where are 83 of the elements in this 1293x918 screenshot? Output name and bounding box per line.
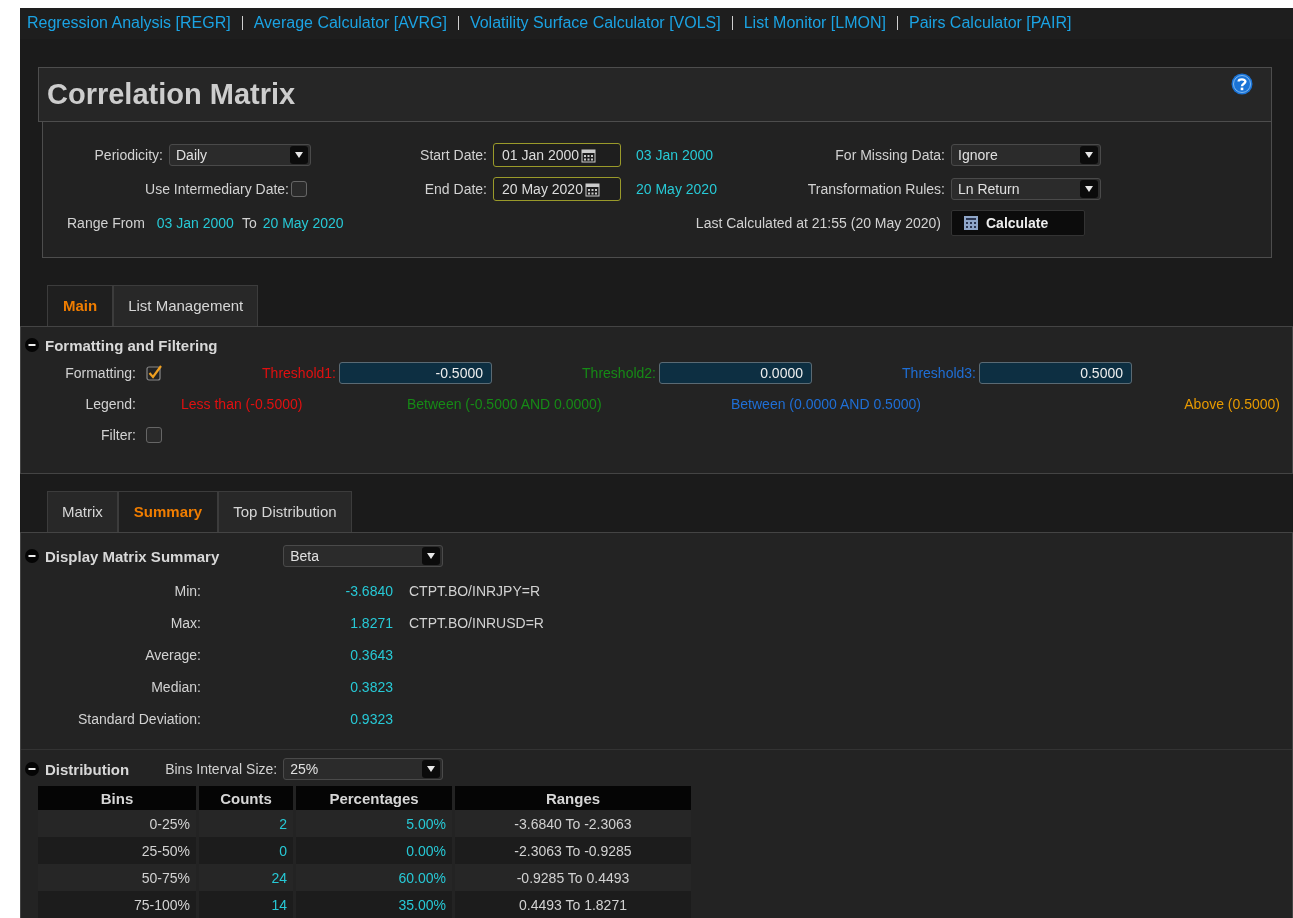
resolved-date: 03 Jan 2000	[636, 147, 714, 164]
field-label: For Missing Data:	[835, 147, 945, 164]
instrument-pair: CTPT.BO/INRUSD=R	[409, 615, 544, 631]
stat-value: 1.8271	[349, 615, 393, 631]
calendar-icon[interactable]	[581, 147, 597, 163]
nav-link[interactable]: Regression Analysis [REGR]	[27, 14, 231, 33]
table-cell: 25-50%	[38, 837, 196, 864]
nav-link[interactable]: List Monitor [LMON]	[743, 14, 886, 33]
field-label: Transformation Rules:	[807, 181, 945, 198]
threshold-field[interactable]: 0.5000	[979, 362, 1132, 385]
transformation-dropdown[interactable]: Ln Return	[951, 178, 1101, 201]
threshold-field[interactable]: -0.5000	[339, 362, 492, 385]
threshold-label: Threshold3:	[902, 365, 976, 382]
threshold-label: Threshold2:	[582, 365, 656, 382]
periodicity-dropdown[interactable]: Daily	[169, 144, 311, 167]
calendar-icon[interactable]	[584, 181, 600, 197]
field-label: Range From	[67, 215, 145, 232]
field-label: Bins Interval Size:	[165, 761, 278, 777]
collapse-icon[interactable]	[25, 338, 39, 353]
section-title: Display Matrix Summary	[45, 547, 220, 565]
table-cell: 0.4493 To 1.8271	[455, 891, 691, 918]
missing-data-dropdown[interactable]: Ignore	[951, 144, 1101, 167]
tab[interactable]: Main	[47, 284, 114, 326]
collapse-icon[interactable]	[25, 762, 39, 776]
nav-link[interactable]: Pairs Calculator [PAIR]	[908, 14, 1072, 33]
last-calculated-text: Last Calculated at 21:55 (20 May 2020)	[695, 215, 941, 232]
legend-text: Between (0.0000 AND 0.5000)	[731, 396, 921, 413]
threshold-label: Threshold1:	[262, 365, 336, 382]
threshold-field[interactable]: 0.0000	[659, 362, 812, 385]
legend-text: Above (0.5000)	[1184, 396, 1280, 413]
stat-label: Min:	[173, 583, 201, 599]
table-cell: 0	[199, 837, 293, 864]
stat-label: Standard Deviation:	[77, 711, 201, 727]
field-label: To	[241, 215, 257, 232]
column-header: Bins	[38, 786, 196, 810]
date-field[interactable]: 20 May 2020	[493, 177, 621, 202]
checkbox[interactable]	[146, 427, 162, 444]
field-label: Formatting:	[64, 365, 136, 382]
legend-text: Between (-0.5000 AND 0.0000)	[407, 396, 602, 413]
stat-label: Average:	[144, 647, 201, 663]
date-field[interactable]: 01 Jan 2000	[493, 143, 621, 168]
bins-dropdown[interactable]: 25%	[283, 758, 444, 780]
nav-link[interactable]: Average Calculator [AVRG]	[253, 14, 447, 33]
calculate-button[interactable]: Calculate	[951, 210, 1085, 237]
stat-value: -3.6840	[344, 583, 393, 599]
nav-link[interactable]: Volatility Surface Calculator [VOLS]	[469, 14, 721, 33]
measure-dropdown[interactable]: Beta	[283, 545, 444, 567]
help-icon[interactable]	[1231, 73, 1253, 96]
table-cell: 0.00%	[296, 837, 452, 864]
resolved-date: 20 May 2020	[636, 181, 717, 198]
tab[interactable]: List Management	[113, 284, 259, 326]
stat-label: Median:	[150, 679, 201, 695]
table-cell: 14	[199, 891, 293, 918]
field-label: Use Intermediary Date:	[145, 181, 289, 198]
calculator-icon	[964, 216, 978, 231]
collapse-icon[interactable]	[25, 549, 39, 563]
section-title: Distribution	[45, 760, 130, 778]
column-header: Counts	[199, 786, 293, 810]
checkbox[interactable]	[291, 181, 307, 198]
stat-label: Max:	[169, 615, 201, 631]
section-title: Formatting and Filtering	[45, 337, 218, 354]
tab[interactable]: Matrix	[47, 490, 118, 532]
stat-value: 0.3823	[349, 679, 393, 695]
field-label: Legend:	[84, 396, 136, 413]
column-header: Ranges	[455, 786, 691, 810]
range-date: 20 May 2020	[262, 215, 344, 232]
checkbox[interactable]	[146, 365, 162, 382]
page-title: Correlation Matrix	[47, 77, 296, 111]
field-label: Periodicity:	[94, 147, 163, 164]
table-cell: 35.00%	[296, 891, 452, 918]
field-label: Filter:	[100, 427, 136, 444]
field-label: End Date:	[424, 181, 487, 198]
tab[interactable]: Summary	[117, 490, 219, 532]
tab[interactable]: Top Distribution	[218, 490, 352, 532]
range-date: 03 Jan 2000	[156, 215, 234, 232]
field-label: Start Date:	[420, 147, 487, 164]
table-cell: -2.3063 To -0.9285	[455, 837, 691, 864]
column-header: Percentages	[296, 786, 452, 810]
stat-value: 0.9323	[349, 711, 393, 727]
stat-value: 0.3643	[349, 647, 393, 663]
table-cell: 75-100%	[38, 891, 196, 918]
legend-text: Less than (-0.5000)	[181, 396, 303, 413]
instrument-pair: CTPT.BO/INRJPY=R	[409, 583, 541, 599]
